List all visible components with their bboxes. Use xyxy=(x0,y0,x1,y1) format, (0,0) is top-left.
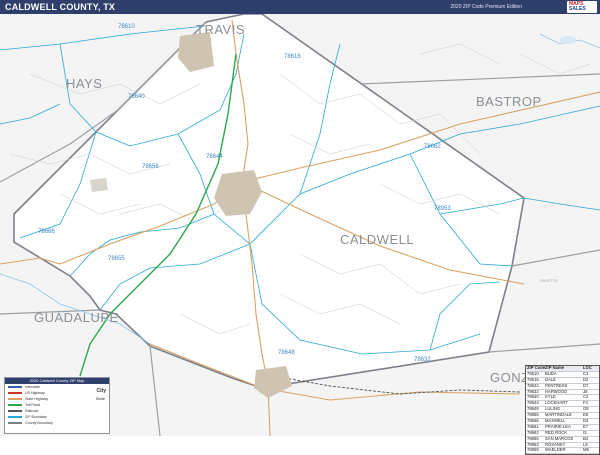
zip-table-cell-name: WAELDER xyxy=(545,448,566,453)
title-bar: CALDWELL COUNTY, TX 2020 ZIP Code Premiu… xyxy=(0,0,600,14)
zip-table-cell-code: 78666 xyxy=(527,436,539,441)
zip-table-cell-name: ROSANKY xyxy=(545,442,566,447)
zip-table-cell-code: 78661 xyxy=(527,424,539,429)
zip-table-cell-loc: I3 xyxy=(583,430,587,435)
zip-table-cell-name: LULING xyxy=(545,407,561,412)
legend-city-label: City xyxy=(96,388,106,394)
zip-table-cell-code: 78610 xyxy=(527,371,539,376)
zip-table-cell-code: 78959 xyxy=(527,448,539,453)
zip-table-cell-name: KYLE xyxy=(545,395,556,400)
legend-swatch xyxy=(8,404,22,406)
legend-swatch xyxy=(8,410,22,412)
zip-table-cell-name: PRAIRIE LEA xyxy=(545,424,571,429)
zip-table-cell-loc: E8 xyxy=(583,413,589,418)
legend-swatch xyxy=(8,386,22,388)
zip-label-78662: 78662 xyxy=(424,144,441,150)
zip-table-cell-code: 78655 xyxy=(527,413,539,418)
zip-table-cell-name: FENTRESS xyxy=(545,383,568,388)
county-label-bastrop: BASTROP xyxy=(476,94,542,109)
zip-table-cell-loc: F4 xyxy=(583,401,588,406)
zip-table-cell-name: RED ROCK xyxy=(545,430,568,435)
zip-label-78616: 78616 xyxy=(284,54,301,60)
zip-code-table: ZIP Code ZIP Name LOC 78610 BUDA C1 78616 DA… xyxy=(525,365,600,455)
zip-table-cell-loc: G8 xyxy=(583,407,589,412)
zip-table-cell-name: MARTINDALE xyxy=(545,413,572,418)
county-label-guadalupe: GUADALUPE xyxy=(34,310,119,325)
zip-table-cell-name: DALE xyxy=(545,377,556,382)
zip-label-78632: 78632 xyxy=(414,357,431,363)
zip-label-78610: 78610 xyxy=(118,24,135,30)
zip-label-78640: 78640 xyxy=(128,94,145,100)
zip-table-cell-loc: D4 xyxy=(583,419,589,424)
legend-swatch xyxy=(8,398,22,400)
zip-table-cell-loc: D2 xyxy=(583,377,589,382)
zip-table-cell-code: 78640 xyxy=(527,395,539,400)
brand-logo: MAPS SALES xyxy=(567,1,597,13)
zip-table-cell-loc: E7 xyxy=(583,424,589,429)
zip-table-cell-name: BUDA xyxy=(545,371,557,376)
zip-label-78648: 78648 xyxy=(278,350,295,356)
legend-rows: Interstate US Highway State Highway Toll Ro… xyxy=(5,384,109,426)
zip-table-cell-code: 78648 xyxy=(527,407,539,412)
zip-table-cell-code: 78632 xyxy=(527,389,539,394)
zip-table-cell-loc: J8 xyxy=(583,389,588,394)
zip-table-cell-name: SAN MARCOS xyxy=(545,436,574,441)
county-map[interactable]: TRAVIS HAYS BASTROP CALDWELL GUADALUPE G… xyxy=(0,14,600,436)
kyle-urban-area xyxy=(90,178,108,192)
zip-table-cell-loc: M9 xyxy=(583,448,589,453)
legend-swatch xyxy=(8,416,22,418)
zip-table-header-name: ZIP Name xyxy=(545,366,565,370)
legend-swatch xyxy=(8,392,22,394)
zip-label-78666: 78666 xyxy=(38,229,55,235)
zip-table-cell-code: 78616 xyxy=(527,377,539,382)
county-label-caldwell: CALDWELL xyxy=(340,232,414,247)
zip-table-header-loc: LOC xyxy=(583,366,592,370)
edition-label: 2020 ZIP Code Premium Edition xyxy=(450,4,522,10)
legend-label: County Boundary xyxy=(25,421,53,425)
legend-row: County Boundary xyxy=(5,420,109,426)
zip-table-cell-code: 78953 xyxy=(527,442,539,447)
zip-label-78655: 78655 xyxy=(108,256,125,262)
lake-shape xyxy=(560,36,576,44)
county-label-gonzales: GONZ xyxy=(490,370,530,385)
map-title: CALDWELL COUNTY, TX xyxy=(5,2,116,12)
zip-table-cell-code: 78656 xyxy=(527,419,539,424)
zip-label-78656: 78656 xyxy=(142,164,159,170)
zip-table-row: 78959 WAELDER M9 xyxy=(526,448,599,455)
zip-label-78953: 78953 xyxy=(434,206,451,212)
zip-table-cell-name: LOCKHART xyxy=(545,401,568,406)
zip-table-cell-loc: C1 xyxy=(583,371,589,376)
zip-table-cell-loc: L6 xyxy=(583,442,588,447)
map-frame: CALDWELL COUNTY, TX 2020 ZIP Code Premiu… xyxy=(0,0,600,455)
place-label-fayette: FAYETTE xyxy=(540,278,558,283)
zip-table-cell-loc: B4 xyxy=(583,436,589,441)
zip-table-cell-loc: D7 xyxy=(583,383,589,388)
zip-table-cell-code: 78662 xyxy=(527,430,539,435)
zip-label-78644: 78644 xyxy=(206,154,223,160)
county-label-hays: HAYS xyxy=(66,76,102,91)
map-legend: 2020 Caldwell County ZIP Map Interstate U… xyxy=(4,377,110,434)
zip-table-cell-loc: C2 xyxy=(583,395,589,400)
zip-table-cell-code: 78644 xyxy=(527,401,539,406)
zip-table-cell-name: HARWOOD xyxy=(545,389,568,394)
zip-table-cell-name: MAXWELL xyxy=(545,419,566,424)
zip-table-header-code: ZIP Code xyxy=(527,366,545,370)
county-label-travis: TRAVIS xyxy=(196,22,245,37)
legend-state-label: State xyxy=(95,396,105,401)
zip-table-body: 78610 BUDA C1 78616 DALE D2 78622 FENTRESS D7 786… xyxy=(526,371,599,455)
zip-table-cell-code: 78622 xyxy=(527,383,539,388)
legend-swatch xyxy=(8,422,22,424)
logo-line-2: SALES xyxy=(569,6,586,12)
